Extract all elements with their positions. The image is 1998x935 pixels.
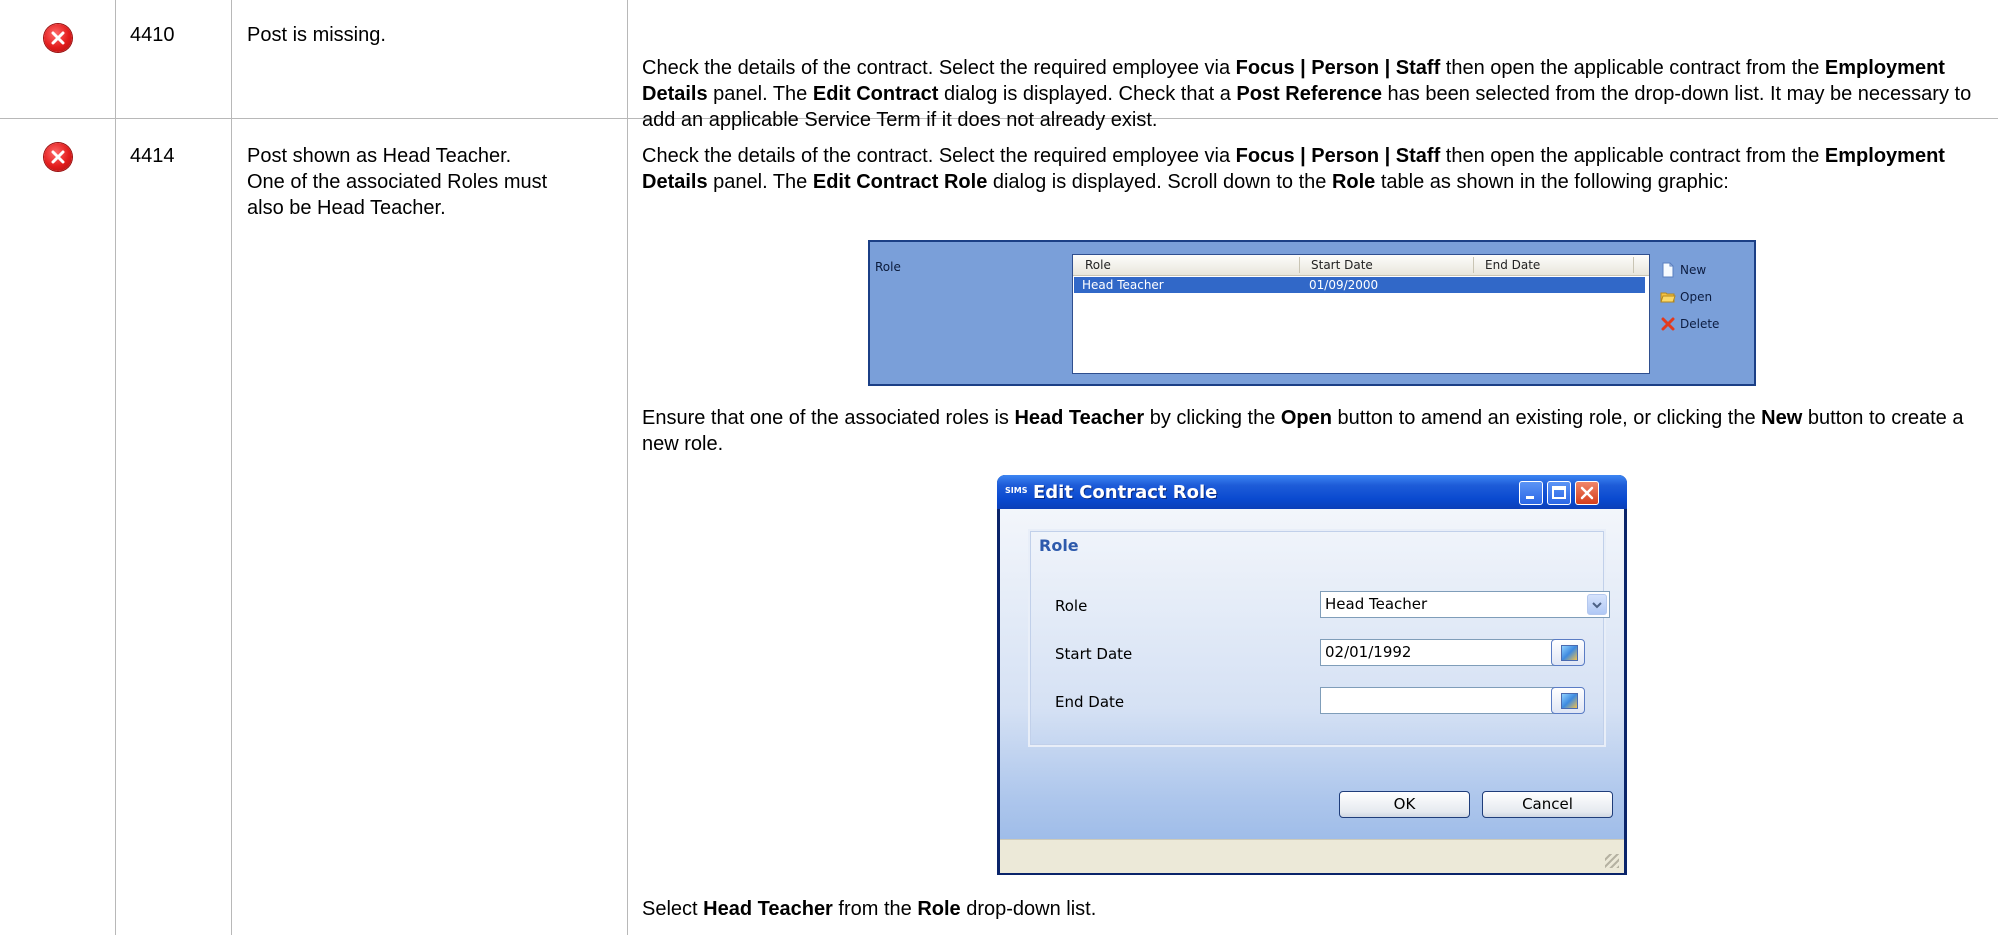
calendar-icon <box>1561 645 1578 661</box>
role-field-label: Role <box>1055 597 1088 615</box>
close-button[interactable] <box>1575 481 1599 505</box>
chevron-down-icon <box>1592 602 1602 609</box>
start-date-value: 02/01/1992 <box>1325 643 1412 661</box>
end-date-field[interactable] <box>1320 687 1560 714</box>
grid-line-3 <box>627 0 628 935</box>
resolution-text: Check the details of the contract. Selec… <box>642 145 1945 193</box>
table-row[interactable]: Head Teacher 01/09/2000 <box>1074 277 1645 293</box>
maximize-button[interactable] <box>1547 481 1571 505</box>
sims-logo: SIMS <box>1005 486 1028 495</box>
dropdown-button[interactable] <box>1587 594 1607 615</box>
calendar-icon <box>1561 693 1578 709</box>
open-button[interactable]: Open <box>1660 283 1719 310</box>
folder-open-icon <box>1660 289 1676 305</box>
start-date-label: Start Date <box>1055 645 1133 663</box>
error-icon <box>44 24 72 52</box>
role-dropdown[interactable]: Head Teacher <box>1320 591 1610 618</box>
error-message: Post shown as Head Teacher. One of the a… <box>247 145 548 219</box>
row-role: Head Teacher <box>1082 278 1164 292</box>
role-grid: Role Start Date End Date Head Teacher 01… <box>1072 254 1650 374</box>
role-grid-header: Role Start Date End Date <box>1073 255 1649 276</box>
grid-line-1 <box>115 0 116 935</box>
error-code: 4414 <box>130 145 175 167</box>
role-panel-screenshot: Role Role Start Date End Date Head Teach… <box>868 240 1756 386</box>
minimize-button[interactable] <box>1519 481 1543 505</box>
group-title: Role <box>1039 536 1079 555</box>
resolution-text: Check the details of the contract. Selec… <box>642 57 1972 131</box>
start-date-field[interactable]: 02/01/1992 <box>1320 639 1560 666</box>
end-date-label: End Date <box>1055 693 1125 711</box>
row-start-date: 01/09/2000 <box>1309 278 1379 292</box>
column-header-start-date[interactable]: Start Date <box>1311 258 1373 272</box>
error-message: Post is missing. <box>247 24 386 46</box>
error-code: 4410 <box>130 24 175 46</box>
error-icon <box>44 143 72 171</box>
resolution-text-3: Select Head Teacher from the Role drop-d… <box>642 898 1097 920</box>
dialog-title-bar[interactable]: SIMS Edit Contract Role <box>997 475 1627 509</box>
new-label: New <box>1680 262 1707 277</box>
new-document-icon <box>1660 262 1676 278</box>
role-actions: New Open Delete <box>1660 256 1719 337</box>
cancel-button[interactable]: Cancel <box>1482 791 1613 818</box>
column-header-role[interactable]: Role <box>1085 258 1111 272</box>
maximize-icon <box>1552 486 1566 499</box>
role-dropdown-value: Head Teacher <box>1325 595 1428 613</box>
delete-label: Delete <box>1680 316 1720 331</box>
new-button[interactable]: New <box>1660 256 1719 283</box>
resolution-text-2: Ensure that one of the associated roles … <box>642 407 1964 455</box>
column-header-end-date[interactable]: End Date <box>1485 258 1540 272</box>
delete-x-icon <box>1660 316 1676 332</box>
close-icon <box>1580 486 1594 500</box>
minimize-icon <box>1526 496 1534 499</box>
grid-line-2 <box>231 0 232 935</box>
start-date-calendar-button[interactable] <box>1551 639 1585 666</box>
dialog-title: Edit Contract Role <box>1033 482 1218 503</box>
delete-button[interactable]: Delete <box>1660 310 1719 337</box>
resize-grip-icon[interactable] <box>1605 854 1619 868</box>
dialog-status-bar <box>1000 839 1624 873</box>
role-group-box: Role Role Head Teacher Start Date 02/01/… <box>1028 529 1610 747</box>
end-date-calendar-button[interactable] <box>1551 687 1585 714</box>
role-panel-label: Role <box>875 260 901 274</box>
ok-button[interactable]: OK <box>1339 791 1470 818</box>
open-label: Open <box>1680 289 1713 304</box>
